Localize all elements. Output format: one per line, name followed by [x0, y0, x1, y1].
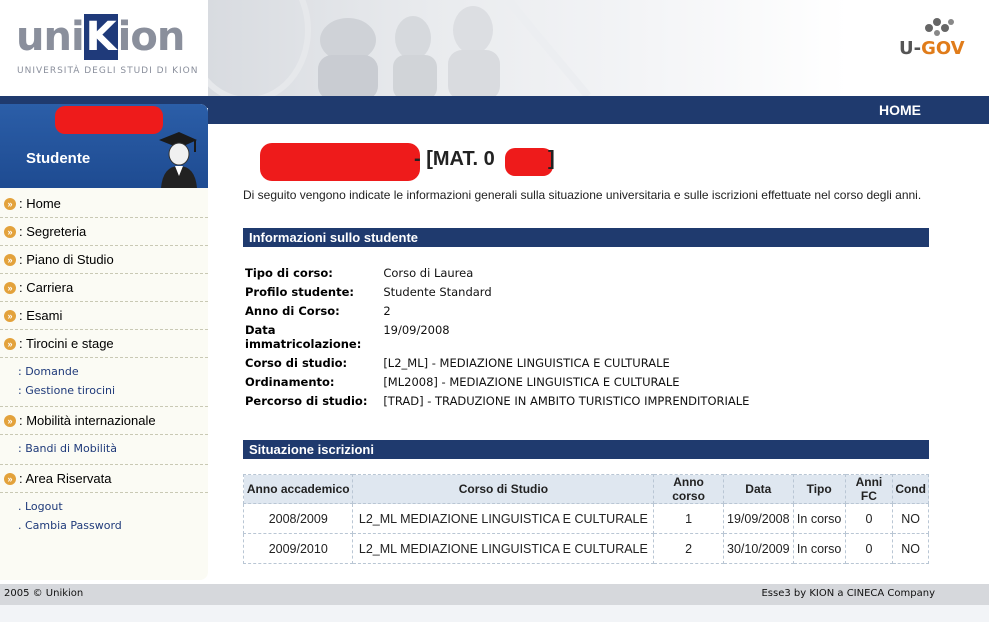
- col-header: Cond: [892, 474, 929, 504]
- menu-item-tirocini[interactable]: » : Tirocini e stage: [0, 330, 208, 358]
- submenu-tirocini: : Domande : Gestione tirocini: [0, 358, 208, 407]
- matricola-label: - [MAT. 0: [414, 148, 495, 170]
- menu-label: : Mobilità internazionale: [19, 413, 156, 428]
- submenu-item-gestione-tirocini[interactable]: : Gestione tirocini: [0, 381, 208, 400]
- redacted-student-name: [260, 143, 420, 181]
- table-row: 2009/2010 L2_ML MEDIAZIONE LINGUISTICA E…: [242, 533, 929, 564]
- intro-text: Di seguito vengono indicate le informazi…: [243, 188, 922, 202]
- menu-label: : Segreteria: [19, 224, 87, 239]
- col-header: Tipo: [792, 474, 846, 504]
- col-header: Anno corso: [653, 474, 724, 504]
- double-chevron-icon: »: [4, 225, 16, 238]
- submenu-item-logout[interactable]: . Logout: [0, 497, 208, 516]
- double-chevron-icon: »: [4, 414, 16, 427]
- user-role-label: Studente: [26, 150, 91, 167]
- sidebar: Studente » : Home » : Segreteria » : Pia…: [0, 104, 208, 580]
- menu-label: : Tirocini e stage: [19, 336, 114, 351]
- ugov-dots-icon: [925, 18, 954, 36]
- university-logo[interactable]: uniKion UNIVERSITÀ DEGLI STUDI DI KION: [0, 0, 208, 96]
- double-chevron-icon: »: [4, 337, 16, 350]
- menu-item-mobilita[interactable]: » : Mobilità internazionale: [0, 407, 208, 435]
- section-title-iscrizioni: Situazione iscrizioni: [243, 440, 929, 459]
- menu-item-home[interactable]: » : Home: [0, 190, 208, 218]
- info-row: Data immatricolazione: 19/09/2008: [245, 323, 450, 351]
- info-row: Anno di Corso: 2: [245, 304, 391, 318]
- redacted-matricola: [505, 148, 553, 176]
- menu-item-area-riservata[interactable]: » : Area Riservata: [0, 465, 208, 493]
- menu-label: : Piano di Studio: [19, 252, 114, 267]
- main-content: - [MAT. 0 ] Di seguito vengono indicate …: [208, 124, 989, 584]
- col-header: Anni FC: [844, 474, 894, 504]
- double-chevron-icon: »: [4, 472, 16, 485]
- menu-item-carriera[interactable]: » : Carriera: [0, 274, 208, 302]
- sidebar-menu: » : Home » : Segreteria » : Piano di Stu…: [0, 190, 208, 541]
- submenu-item-cambia-password[interactable]: . Cambia Password: [0, 516, 208, 535]
- menu-label: : Home: [19, 196, 61, 211]
- table-row: 2008/2009 L2_ML MEDIAZIONE LINGUISTICA E…: [242, 503, 929, 534]
- menu-label: : Area Riservata: [19, 471, 112, 486]
- footer-credits: Esse3 by KION a CINECA Company: [761, 588, 935, 599]
- graduate-avatar-icon: [159, 132, 197, 188]
- table-header-row: Anno accademico Corso di Studio Anno cor…: [242, 474, 929, 504]
- double-chevron-icon: »: [4, 253, 16, 266]
- page: { "header": { "logo_main_a": "uni", "log…: [0, 0, 989, 622]
- bottom-strip: [0, 605, 989, 622]
- redacted-user-name: [55, 106, 163, 134]
- logo-wordmark: uniKion: [16, 14, 185, 60]
- info-row: Profilo studente: Studente Standard: [245, 285, 492, 299]
- home-link[interactable]: HOME: [879, 102, 921, 118]
- menu-label: : Carriera: [19, 280, 74, 295]
- header-banner-image: [208, 0, 848, 96]
- col-header: Corso di Studio: [352, 474, 655, 504]
- enrollments-table: Anno accademico Corso di Studio Anno cor…: [242, 474, 929, 564]
- info-row: Tipo di corso: Corso di Laurea: [245, 266, 474, 280]
- user-box: Studente: [0, 104, 208, 188]
- submenu-item-domande[interactable]: : Domande: [0, 362, 208, 381]
- ugov-wordmark: U-GOV: [899, 38, 965, 59]
- menu-item-esami[interactable]: » : Esami: [0, 302, 208, 330]
- top-nav-bar: HOME: [208, 96, 989, 124]
- footer-copyright: 2005 © Unikion: [4, 588, 84, 599]
- site-header: uniKion UNIVERSITÀ DEGLI STUDI DI KION U…: [0, 0, 989, 96]
- menu-label: : Esami: [19, 308, 63, 323]
- submenu-item-bandi[interactable]: : Bandi di Mobilità: [0, 439, 208, 458]
- double-chevron-icon: »: [4, 281, 16, 294]
- logo-subtitle: UNIVERSITÀ DEGLI STUDI DI KION: [17, 66, 199, 76]
- menu-item-segreteria[interactable]: » : Segreteria: [0, 218, 208, 246]
- col-header: Data: [722, 474, 794, 504]
- matricola-close: ]: [548, 148, 555, 170]
- info-row: Corso di studio: [L2_ML] - MEDIAZIONE LIN…: [245, 356, 670, 370]
- double-chevron-icon: »: [4, 197, 16, 210]
- info-row: Ordinamento: [ML2008] - MEDIAZIONE LINGUI…: [245, 375, 680, 389]
- menu-item-piano-di-studio[interactable]: » : Piano di Studio: [0, 246, 208, 274]
- double-chevron-icon: »: [4, 309, 16, 322]
- section-title-info: Informazioni sullo studente: [243, 228, 929, 247]
- submenu-mobilita: : Bandi di Mobilità: [0, 435, 208, 465]
- student-info-table: Tipo di corso: Corso di Laurea Profilo st…: [245, 264, 749, 411]
- info-row: Percorso di studio: [TRAD] - TRADUZIONE I…: [245, 394, 750, 408]
- ugov-logo[interactable]: U-GOV: [893, 14, 973, 64]
- footer: 2005 © Unikion Esse3 by KION a CINECA Co…: [0, 584, 989, 605]
- submenu-area-riservata: . Logout . Cambia Password: [0, 493, 208, 541]
- col-header: Anno accademico: [242, 474, 354, 504]
